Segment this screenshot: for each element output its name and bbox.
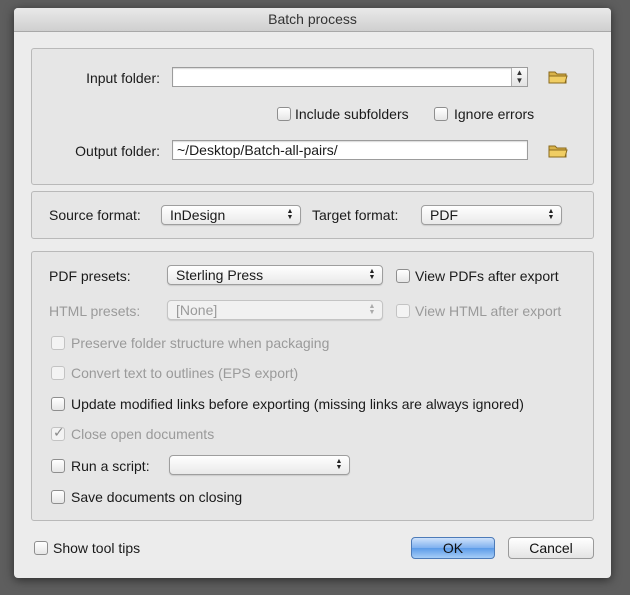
view-pdfs-label: View PDFs after export (415, 268, 559, 284)
update-links-label: Update modified links before exporting (… (71, 396, 524, 412)
updown-arrows-icon: ▲ ▼ (368, 303, 376, 316)
input-folder-browse-icon[interactable] (548, 69, 568, 85)
run-script-checkbox[interactable] (51, 459, 65, 473)
pdf-presets-value: Sterling Press (176, 267, 264, 283)
view-html-checkbox[interactable] (396, 304, 410, 318)
html-presets-popup[interactable]: [None] ▲ ▼ (167, 300, 383, 320)
updown-arrows-icon: ▲ ▼ (286, 208, 294, 221)
source-format-popup[interactable]: InDesign ▲ ▼ (161, 205, 301, 225)
view-html-label: View HTML after export (415, 303, 562, 319)
close-documents-checkbox[interactable]: ✓ (51, 424, 65, 441)
run-script-popup[interactable]: ▲ ▼ (169, 455, 350, 475)
ignore-errors-label: Ignore errors (454, 106, 535, 122)
save-documents-checkbox[interactable] (51, 490, 65, 504)
close-documents-label: Close open documents (71, 426, 215, 442)
view-pdfs-checkbox[interactable] (396, 269, 410, 283)
output-folder-field[interactable]: ~/Desktop/Batch-all-pairs/ (172, 140, 528, 160)
output-folder-browse-icon[interactable] (548, 143, 568, 159)
ok-button[interactable]: OK (411, 537, 495, 559)
convert-outlines-checkbox[interactable] (51, 366, 65, 380)
output-folder-value: ~/Desktop/Batch-all-pairs/ (177, 142, 338, 158)
source-format-value: InDesign (170, 207, 226, 223)
updown-arrows-icon: ▲ ▼ (547, 208, 555, 221)
include-subfolders-checkbox[interactable] (277, 107, 291, 121)
source-format-label: Source format: (49, 207, 141, 223)
save-documents-label: Save documents on closing (71, 489, 243, 505)
input-folder-combo[interactable]: ▲ ▼ (172, 67, 528, 87)
update-links-checkbox[interactable] (51, 397, 65, 411)
updown-arrows-icon: ▲ ▼ (368, 268, 376, 281)
pdf-presets-label: PDF presets: (49, 268, 131, 284)
cancel-button[interactable]: Cancel (508, 537, 594, 559)
batch-process-dialog: Batch process Input folder: ▲ ▼ Include s… (14, 8, 611, 578)
preserve-folder-label: Preserve folder structure when packaging (71, 335, 330, 351)
preserve-folder-checkbox[interactable] (51, 336, 65, 350)
include-subfolders-label: Include subfolders (295, 106, 409, 122)
run-script-label: Run a script: (71, 458, 150, 474)
convert-outlines-label: Convert text to outlines (EPS export) (71, 365, 299, 381)
input-folder-dropdown-arrows[interactable]: ▲ ▼ (511, 68, 527, 86)
target-format-value: PDF (430, 207, 458, 223)
output-folder-label: Output folder: (75, 143, 160, 159)
options-group (31, 251, 594, 521)
checkmark-icon: ✓ (53, 424, 65, 440)
ignore-errors-checkbox[interactable] (434, 107, 448, 121)
html-presets-value: [None] (176, 302, 218, 318)
pdf-presets-popup[interactable]: Sterling Press ▲ ▼ (167, 265, 383, 285)
window-title: Batch process (14, 8, 611, 32)
show-tooltips-label: Show tool tips (53, 540, 141, 556)
target-format-popup[interactable]: PDF ▲ ▼ (421, 205, 562, 225)
input-folder-label: Input folder: (86, 70, 160, 86)
html-presets-label: HTML presets: (49, 303, 141, 319)
updown-arrows-icon: ▲ ▼ (335, 458, 343, 471)
target-format-label: Target format: (312, 207, 399, 223)
show-tooltips-checkbox[interactable] (34, 541, 48, 555)
